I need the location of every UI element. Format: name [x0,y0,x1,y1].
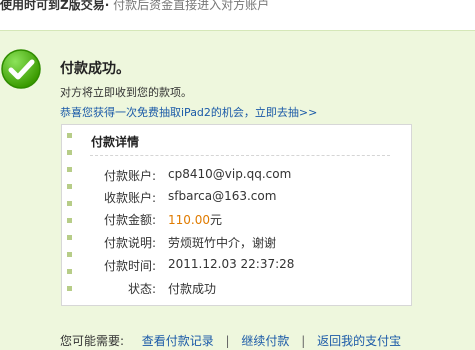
detail-label: 状态: [127,282,156,296]
detail-label: 付款时间: [103,259,156,273]
success-check-icon [0,48,42,90]
detail-value: cp8410@vip.qq.com [168,167,292,181]
payment-details-card: 付款详情 付款账户: cp8410@vip.qq.com 收款账户: sfbar… [61,124,412,306]
detail-value: 付款成功 [168,282,217,296]
next-actions-lead: 您可能需要: [60,334,125,348]
details-divider [90,155,390,156]
top-strip: 使用时可到Z版交易· 付款后资金直接进入对方账户 [0,0,475,14]
top-right-text: 付款后资金直接进入对方账户 [113,0,270,12]
detail-value: 劳烦斑竹中介，谢谢 [168,236,277,250]
detail-label: 收款账户: [103,191,156,205]
details-heading: 付款详情 [91,135,140,149]
view-payment-history-link[interactable]: 查看付款记录 [142,334,214,348]
return-to-alipay-link[interactable]: 返回我的支付宝 [317,334,401,348]
detail-label: 付款账户: [103,169,156,183]
detail-value: sfbarca@163.com [168,189,277,203]
detail-value: 110.00元 [168,211,222,228]
next-actions: 您可能需要: 查看付款记录 | 继续付款 | 返回我的支付宝 [60,332,401,349]
separator: | [301,334,306,348]
amount-value: 110.00 [168,213,210,227]
top-left-text: 使用时可到Z版交易· [0,0,110,12]
card-edge-decoration [67,133,73,301]
detail-label: 付款说明: [103,236,156,250]
amount-suffix: 元 [210,213,223,227]
promo-link[interactable]: 恭喜您获得一次免费抽取iPad2的机会，立即去抽>> [60,104,317,120]
success-subtitle: 对方将立即收到您的款项。 [60,86,192,99]
continue-payment-link[interactable]: 继续付款 [241,334,289,348]
success-title: 付款成功。 [60,61,130,77]
separator: | [225,334,230,348]
detail-label: 付款金额: [103,213,156,227]
detail-value: 2011.12.03 22:37:28 [168,257,295,271]
